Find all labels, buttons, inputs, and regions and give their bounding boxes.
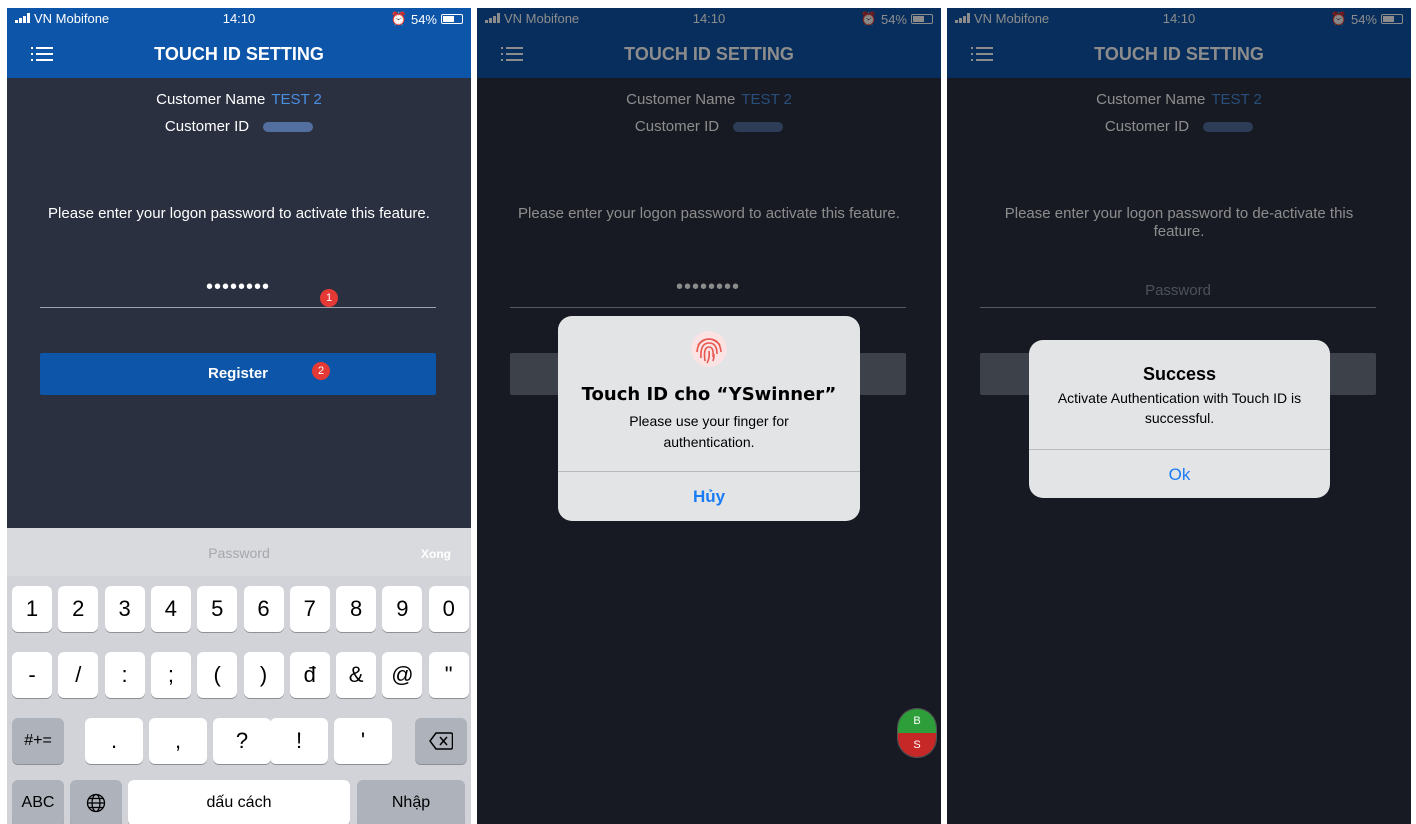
status-bar: VN Mobifone 14:10 ⏰ 54%	[7, 8, 471, 30]
key-row2-4[interactable]: (	[197, 652, 238, 698]
key-row3-3[interactable]: !	[270, 718, 328, 764]
backspace-key[interactable]	[415, 718, 467, 764]
globe-key[interactable]	[70, 780, 122, 824]
fab-buy[interactable]: B	[898, 709, 936, 733]
step-badge-1: 1	[320, 289, 338, 307]
page-title: TOUCH ID SETTING	[154, 44, 324, 64]
dialog-message: Activate Authentication with Touch ID is…	[1057, 390, 1302, 426]
password-input[interactable]: ••••••••	[40, 276, 436, 308]
customer-name-label: Customer Name	[156, 91, 266, 108]
customer-id-row: Customer ID	[7, 118, 471, 135]
instruction-text: Please enter your logon password to acti…	[48, 205, 430, 222]
abc-key[interactable]: ABC	[12, 780, 64, 824]
key-row1-8[interactable]: 9	[382, 586, 423, 632]
key-row2-9[interactable]: "	[428, 652, 469, 698]
key-row1-9[interactable]: 0	[428, 586, 469, 632]
app-header: VN Mobifone 14:10 ⏰ 54% TOUCH ID SETTING	[7, 8, 471, 78]
battery-percent: 54%	[410, 11, 437, 27]
key-row2-8[interactable]: @	[382, 652, 423, 698]
key-row1-5[interactable]: 6	[243, 586, 284, 632]
keyboard-toolbar: Password Xong	[7, 528, 471, 576]
key-row3-1[interactable]: ,	[149, 718, 207, 764]
space-key[interactable]: dấu cách	[128, 780, 350, 824]
alarm-icon: ⏰	[390, 11, 407, 26]
key-row2-1[interactable]: /	[58, 652, 99, 698]
key-row2-6[interactable]: đ	[289, 652, 330, 698]
key-row1-2[interactable]: 3	[104, 586, 145, 632]
customer-name-row: Customer Name TEST 2	[7, 91, 471, 108]
key-row1-4[interactable]: 5	[197, 586, 238, 632]
phone-screen-touchid-prompt: VN Mobifone 14:10 ⏰ 54% TOUCH ID SETTING …	[477, 8, 941, 824]
success-dialog: Success Activate Authentication with Tou…	[1029, 340, 1330, 498]
symbols-toggle-key[interactable]: #+=	[12, 718, 64, 764]
key-row1-3[interactable]: 4	[150, 586, 191, 632]
dialog-message: Please use your finger for authenticatio…	[629, 413, 789, 450]
battery-icon	[441, 14, 463, 24]
key-row1-7[interactable]: 8	[336, 586, 377, 632]
key-row2-5[interactable]: )	[243, 652, 284, 698]
backspace-icon	[429, 732, 454, 750]
step-badge-2: 2	[312, 362, 330, 380]
key-row2-7[interactable]: &	[336, 652, 377, 698]
customer-id-blurred	[263, 122, 314, 133]
key-row1-0[interactable]: 1	[12, 586, 52, 632]
phone-screen-success: VN Mobifone 14:10 ⏰ 54% TOUCH ID SETTING …	[947, 8, 1411, 824]
phone-screen-register: VN Mobifone 14:10 ⏰ 54% TOUCH ID SETTING …	[7, 8, 471, 824]
enter-key[interactable]: Nhập	[357, 780, 465, 824]
key-row1-1[interactable]: 2	[58, 586, 99, 632]
floating-trade-button[interactable]: B S	[897, 708, 937, 758]
customer-id-label: Customer ID	[164, 118, 250, 135]
key-row2-3[interactable]: ;	[150, 652, 191, 698]
customer-name-value: TEST 2	[271, 91, 322, 108]
keyboard-field-placeholder: Password	[208, 545, 270, 561]
key-row2-0[interactable]: -	[12, 652, 52, 698]
globe-icon	[86, 793, 106, 813]
touchid-dialog: Touch ID cho “YSwinner” Please use your …	[558, 316, 860, 521]
register-button[interactable]: Register	[40, 353, 436, 395]
key-row3-0[interactable]: .	[85, 718, 143, 764]
key-row2-2[interactable]: :	[104, 652, 145, 698]
key-row1-6[interactable]: 7	[289, 586, 330, 632]
key-row3-2[interactable]: ?	[213, 718, 271, 764]
dialog-title: Touch ID cho “YSwinner”	[581, 384, 837, 405]
dialog-title: Success	[1142, 364, 1217, 384]
fingerprint-icon	[691, 331, 727, 367]
keyboard: Password Xong 1 2 3 4 5 6 7 8 9 0 - /:;() đ & @ " #+=.,?…	[7, 528, 471, 824]
ok-button[interactable]: Ok	[1029, 465, 1330, 485]
key-row3-4[interactable]: '	[334, 718, 392, 764]
cancel-button[interactable]: Hủy	[558, 487, 860, 507]
keyboard-done-button[interactable]: Xong	[421, 547, 451, 561]
